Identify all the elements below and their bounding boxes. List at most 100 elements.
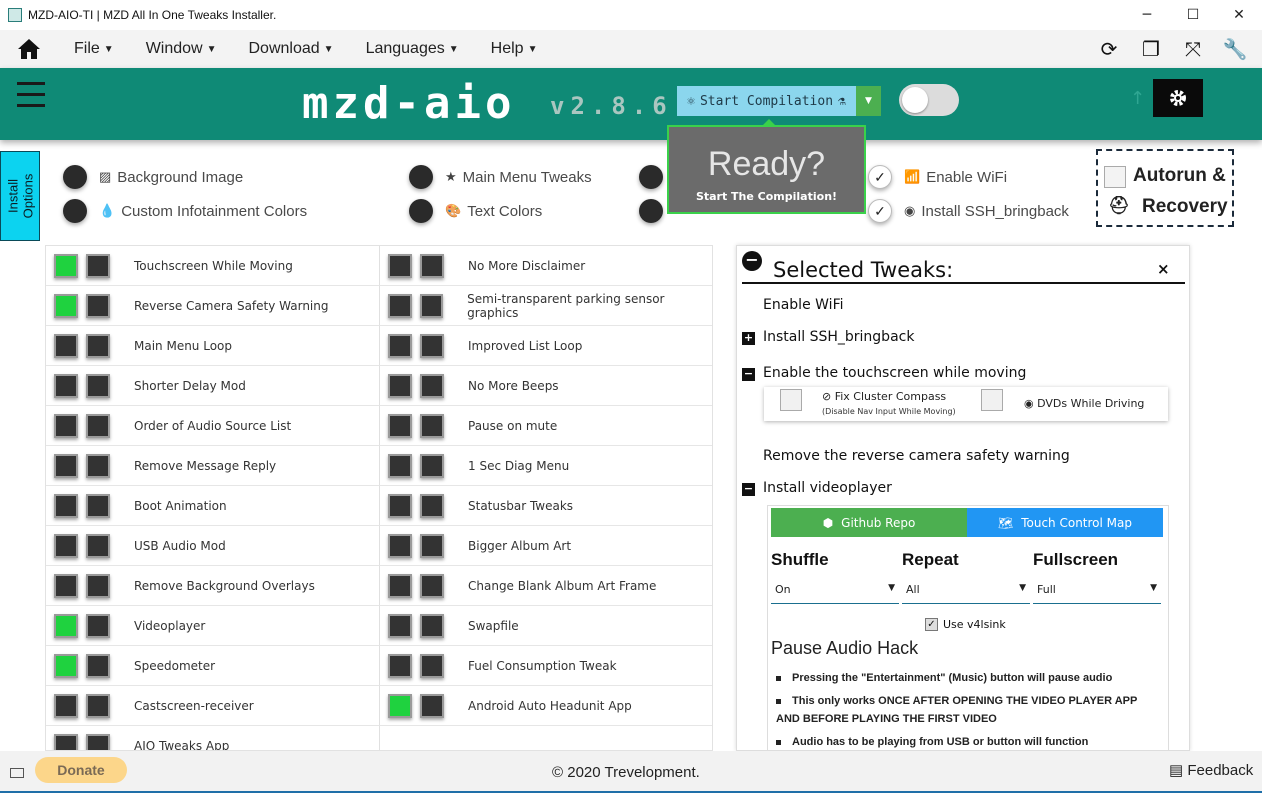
uninstall-toggle[interactable] [86, 293, 110, 318]
radio-dot[interactable] [639, 165, 663, 189]
tweak-row[interactable]: Speedometer [46, 646, 380, 686]
install-toggle[interactable] [388, 653, 412, 678]
uninstall-toggle[interactable] [86, 573, 110, 598]
autorun-recovery[interactable]: Autorun & ⛑ Recovery [1096, 149, 1234, 227]
tweak-row[interactable]: Android Auto Headunit App [380, 686, 712, 726]
uninstall-toggle[interactable] [420, 373, 444, 398]
tweak-row[interactable]: AIO Tweaks App [46, 726, 380, 750]
tweak-row[interactable]: Semi-transparent parking sensor graphics [380, 286, 712, 326]
radio-dot[interactable] [63, 165, 87, 189]
install-toggle[interactable] [54, 253, 78, 278]
uninstall-toggle[interactable] [420, 493, 444, 518]
fix-compass-checkbox[interactable] [780, 389, 802, 411]
menu-languages[interactable]: Languages ▼ [350, 40, 475, 58]
uninstall-toggle[interactable] [419, 293, 444, 318]
install-toggle[interactable] [388, 373, 412, 398]
tweak-row[interactable]: Statusbar Tweaks [380, 486, 712, 526]
uninstall-toggle[interactable] [86, 333, 110, 358]
dvds-checkbox[interactable] [981, 389, 1003, 411]
tweak-row[interactable]: Fuel Consumption Tweak [380, 646, 712, 686]
uninstall-toggle[interactable] [86, 733, 110, 750]
radio-dot[interactable] [409, 165, 433, 189]
uninstall-toggle[interactable] [420, 653, 444, 678]
home-icon[interactable] [0, 38, 58, 60]
v4lsink-checkbox[interactable]: ✓ [925, 618, 938, 631]
uninstall-toggle[interactable] [420, 613, 444, 638]
tweak-row[interactable]: Main Menu Loop [46, 326, 380, 366]
uninstall-toggle[interactable] [420, 533, 444, 558]
maximize-button[interactable]: ☐ [1170, 0, 1216, 30]
tweak-row[interactable]: Change Blank Album Art Frame [380, 566, 712, 606]
github-repo-button[interactable]: ⬢ Github Repo [771, 508, 967, 537]
uninstall-toggle[interactable] [420, 253, 444, 278]
tweak-row[interactable]: Improved List Loop [380, 326, 712, 366]
install-toggle[interactable] [388, 693, 412, 718]
tweak-row[interactable]: Remove Background Overlays [46, 566, 380, 606]
uninstall-toggle[interactable] [86, 613, 110, 638]
install-toggle[interactable] [54, 693, 78, 718]
tweak-row[interactable]: 1 Sec Diag Menu [380, 446, 712, 486]
install-toggle[interactable] [388, 453, 412, 478]
settings-button[interactable] [1153, 79, 1203, 117]
install-toggle[interactable] [54, 453, 78, 478]
install-toggle[interactable] [54, 613, 78, 638]
screenshot-icon[interactable] [10, 768, 24, 778]
check-icon[interactable]: ✓ [868, 199, 892, 223]
uninstall-toggle[interactable] [86, 693, 110, 718]
tweak-row[interactable]: Swapfile [380, 606, 712, 646]
uninstall-toggle[interactable] [420, 693, 444, 718]
uninstall-toggle[interactable] [86, 533, 110, 558]
uninstall-toggle[interactable] [86, 453, 110, 478]
install-toggle[interactable] [388, 413, 412, 438]
install-toggle[interactable] [388, 573, 412, 598]
v4lsink-option[interactable]: ✓ Use v4lsink [925, 618, 1006, 631]
install-toggle[interactable] [388, 533, 412, 558]
tweak-row[interactable]: Boot Animation [46, 486, 380, 526]
close-button[interactable]: ✕ [1216, 0, 1262, 30]
menu-file[interactable]: File ▼ [58, 40, 130, 58]
tweak-row[interactable]: Remove Message Reply [46, 446, 380, 486]
fullscreen-icon[interactable]: ⤧ [1172, 37, 1214, 61]
install-toggle[interactable] [388, 293, 412, 318]
tweak-row[interactable]: No More Beeps [380, 366, 712, 406]
compile-dropdown-button[interactable]: ▼ [856, 86, 881, 116]
option-text-colors[interactable]: 🎨 Text Colors [409, 199, 542, 223]
touch-control-map-button[interactable]: 🗺 Touch Control Map [967, 508, 1163, 537]
install-toggle[interactable] [54, 533, 78, 558]
expand-icon[interactable]: + [742, 332, 755, 345]
uninstall-toggle[interactable] [420, 453, 444, 478]
radio-dot[interactable] [639, 199, 663, 223]
option-background-image[interactable]: ▨ Background Image [63, 165, 243, 189]
uninstall-toggle[interactable] [86, 493, 110, 518]
install-options-tab[interactable]: Install Options [0, 151, 40, 241]
tweak-row[interactable]: Bigger Album Art [380, 526, 712, 566]
panel-close-icon[interactable]: × [1157, 260, 1170, 278]
autorun-checkbox[interactable] [1104, 166, 1126, 188]
install-toggle[interactable] [54, 373, 78, 398]
install-toggle[interactable] [54, 493, 78, 518]
collapse-item-icon[interactable]: − [742, 368, 755, 381]
refresh-icon[interactable]: ⟳ [1088, 37, 1130, 61]
ready-popup[interactable]: Ready? Start The Compilation! [667, 119, 866, 214]
menu-help[interactable]: Help ▼ [475, 40, 554, 58]
donate-button[interactable]: Donate [35, 757, 127, 783]
repeat-select[interactable]: All ▼ [902, 576, 1030, 604]
install-toggle[interactable] [54, 413, 78, 438]
arrow-up-icon[interactable]: ↑ [1130, 88, 1145, 109]
menu-download[interactable]: Download ▼ [233, 40, 350, 58]
install-toggle[interactable] [388, 253, 412, 278]
option-enable-wifi[interactable]: ✓ 📶 Enable WiFi [868, 165, 1007, 189]
minimize-button[interactable]: ─ [1124, 0, 1170, 30]
uninstall-toggle[interactable] [420, 413, 444, 438]
option-custom-colors[interactable]: 💧 Custom Infotainment Colors [63, 199, 307, 223]
install-toggle[interactable] [54, 733, 78, 750]
tweak-row[interactable]: USB Audio Mod [46, 526, 380, 566]
install-toggle[interactable] [54, 333, 78, 358]
tweak-row[interactable]: Touchscreen While Moving [46, 246, 380, 286]
tweak-row[interactable]: Shorter Delay Mod [46, 366, 380, 406]
install-toggle[interactable] [388, 493, 412, 518]
install-toggle[interactable] [54, 293, 78, 318]
install-toggle[interactable] [54, 653, 78, 678]
radio-dot[interactable] [63, 199, 87, 223]
option-main-menu-tweaks[interactable]: ★ Main Menu Tweaks [409, 165, 592, 189]
